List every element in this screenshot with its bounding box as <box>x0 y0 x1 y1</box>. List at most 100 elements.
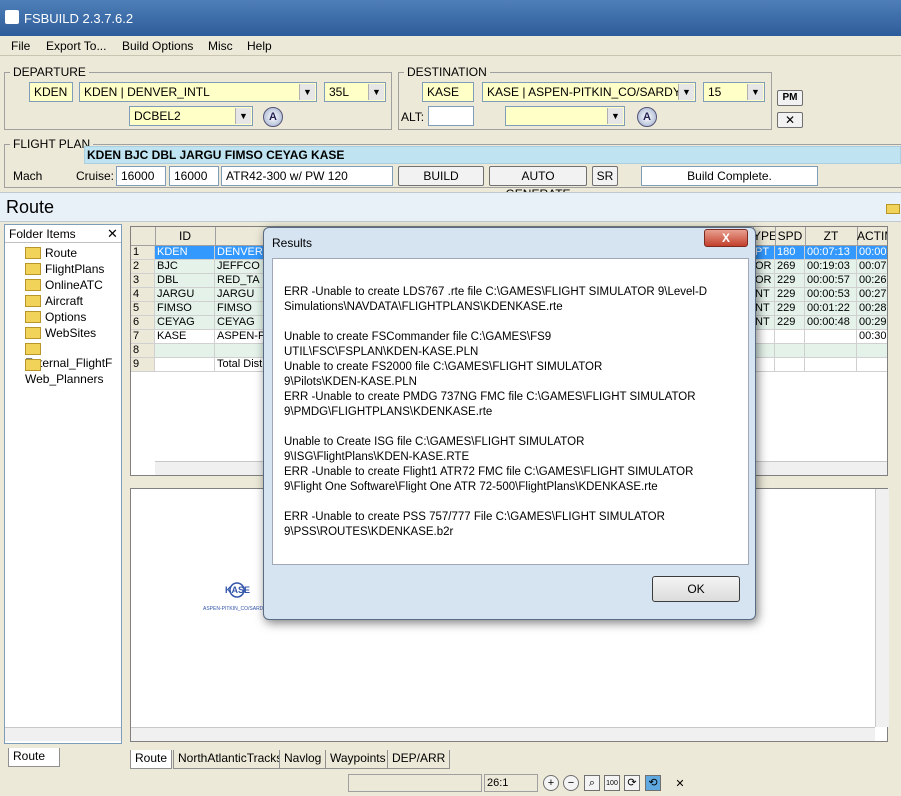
table-cell-type[interactable] <box>753 344 775 358</box>
header-type[interactable]: YPE <box>753 227 776 245</box>
folder-item-web-planners[interactable]: Web_Planners <box>25 358 121 386</box>
alt-field[interactable] <box>428 106 474 126</box>
table-cell-n[interactable]: 8 <box>131 344 155 358</box>
table-cell-spd[interactable]: 229 <box>775 274 805 288</box>
departure-icao-field[interactable]: KDEN <box>29 82 73 102</box>
menu-file[interactable]: File <box>6 38 35 54</box>
table-cell-zt[interactable]: 00:01:22 <box>805 302 857 316</box>
table-cell-spd[interactable]: 229 <box>775 316 805 330</box>
table-cell-type[interactable] <box>753 358 775 372</box>
table-cell-zt[interactable]: 00:00:48 <box>805 316 857 330</box>
table-cell-id[interactable] <box>155 344 215 358</box>
tab-route[interactable]: Route <box>130 750 173 769</box>
header-zt[interactable]: ZT <box>805 227 858 245</box>
table-cell-act[interactable]: 00:26: <box>857 274 887 288</box>
chevron-down-icon[interactable]: ▼ <box>368 84 384 100</box>
pm-button[interactable]: PM <box>777 90 803 106</box>
table-cell-n[interactable]: 4 <box>131 288 155 302</box>
destination-search-button[interactable]: A <box>637 107 657 127</box>
table-cell-type[interactable]: OR <box>753 274 775 288</box>
table-cell-type[interactable] <box>753 330 775 344</box>
table-cell-act[interactable]: 00:29: <box>857 316 887 330</box>
zoom-100-icon[interactable]: 100 <box>604 775 620 791</box>
table-cell-zt[interactable] <box>805 330 857 344</box>
table-cell-type[interactable]: NT <box>753 302 775 316</box>
chevron-down-icon[interactable]: ▼ <box>678 84 694 100</box>
menu-export[interactable]: Export To... <box>41 38 111 54</box>
tab-dep-arr[interactable]: DEP/ARR <box>387 750 451 769</box>
table-cell-type[interactable]: OR <box>753 260 775 274</box>
table-cell-spd[interactable]: 269 <box>775 260 805 274</box>
folder-item-aircraft[interactable]: Aircraft <box>25 294 83 310</box>
table-cell-spd[interactable]: 229 <box>775 288 805 302</box>
table-cell-type[interactable]: NT <box>753 288 775 302</box>
clear-button[interactable]: ✕ <box>777 112 803 128</box>
aircraft-field[interactable]: ATR42-300 w/ PW 120 <box>221 166 393 186</box>
table-cell-id[interactable]: BJC <box>155 260 215 274</box>
table-cell-n[interactable]: 1 <box>131 246 155 260</box>
table-cell-act[interactable]: 00:30: <box>857 330 887 344</box>
header-actim[interactable]: ACTIM <box>857 227 887 245</box>
table-cell-id[interactable]: DBL <box>155 274 215 288</box>
table-cell-type[interactable]: NT <box>753 316 775 330</box>
table-cell-type[interactable]: PT <box>753 246 775 260</box>
menu-help[interactable]: Help <box>242 38 277 54</box>
folder-item-route[interactable]: Route <box>25 246 77 262</box>
table-cell-act[interactable]: 00:28: <box>857 302 887 316</box>
table-cell-act[interactable] <box>857 358 887 372</box>
refresh-icon[interactable]: ⟳ <box>624 775 640 791</box>
destination-runway-select[interactable]: 15 ▼ <box>703 82 765 102</box>
map-hscrollbar[interactable] <box>131 727 875 741</box>
folder-item-onlineatc[interactable]: OnlineATC <box>25 278 103 294</box>
destination-airport-select[interactable]: KASE | ASPEN-PITKIN_CO/SARDY ▼ <box>482 82 696 102</box>
table-cell-zt[interactable] <box>805 344 857 358</box>
table-cell-spd[interactable] <box>775 344 805 358</box>
table-cell-zt[interactable] <box>805 358 857 372</box>
table-cell-id[interactable]: CEYAG <box>155 316 215 330</box>
cruise-field-1[interactable]: 16000 <box>116 166 166 186</box>
table-cell-spd[interactable] <box>775 330 805 344</box>
folder-hscrollbar[interactable] <box>5 727 121 741</box>
chevron-down-icon[interactable]: ▼ <box>299 84 315 100</box>
menu-misc[interactable]: Misc <box>203 38 238 54</box>
auto-generate-button[interactable]: AUTO GENERATE <box>489 166 587 201</box>
tab-north-atlantic-tracks[interactable]: NorthAtlanticTracks <box>173 750 288 769</box>
table-cell-n[interactable]: 3 <box>131 274 155 288</box>
chevron-down-icon[interactable]: ▼ <box>235 108 251 124</box>
chevron-down-icon[interactable]: ▼ <box>607 108 623 124</box>
table-cell-zt[interactable]: 00:19:03 <box>805 260 857 274</box>
table-cell-id[interactable]: KASE <box>155 330 215 344</box>
tab-route-left[interactable]: Route <box>8 748 60 767</box>
folder-item-external[interactable]: External_FlightF <box>25 342 121 370</box>
table-cell-act[interactable]: 00:27: <box>857 288 887 302</box>
header-spd[interactable]: SPD <box>775 227 806 245</box>
table-cell-zt[interactable]: 00:00:57 <box>805 274 857 288</box>
destination-icao-field[interactable]: KASE <box>422 82 474 102</box>
menu-build-options[interactable]: Build Options <box>117 38 198 54</box>
folder-item-options[interactable]: Options <box>25 310 86 326</box>
table-cell-spd[interactable] <box>775 358 805 372</box>
ok-button[interactable]: OK <box>652 576 740 602</box>
departure-search-button[interactable]: A <box>263 107 283 127</box>
departure-sid-select[interactable]: DCBEL2 ▼ <box>129 106 253 126</box>
table-cell-id[interactable] <box>155 358 215 372</box>
header-id[interactable]: ID <box>155 227 216 245</box>
table-cell-n[interactable]: 5 <box>131 302 155 316</box>
map-vscrollbar[interactable] <box>875 489 889 727</box>
sync-icon[interactable]: ⟲ <box>645 775 661 791</box>
table-cell-act[interactable] <box>857 344 887 358</box>
table-cell-zt[interactable]: 00:07:13 <box>805 246 857 260</box>
build-button[interactable]: BUILD <box>398 166 484 186</box>
folder-icon[interactable] <box>886 203 900 214</box>
table-cell-zt[interactable]: 00:00:53 <box>805 288 857 302</box>
table-cell-act[interactable]: 00:07: <box>857 260 887 274</box>
table-cell-id[interactable]: KDEN <box>155 246 215 260</box>
zoom-in-icon[interactable]: + <box>543 775 559 791</box>
close-icon[interactable]: ✕ <box>107 226 118 242</box>
tab-navlog[interactable]: Navlog <box>279 750 327 769</box>
folder-item-websites[interactable]: WebSites <box>25 326 96 342</box>
cruise-field-2[interactable]: 16000 <box>169 166 219 186</box>
table-cell-act[interactable]: 00:00: <box>857 246 887 260</box>
close-icon[interactable]: ✕ <box>672 777 688 793</box>
departure-runway-select[interactable]: 35L ▼ <box>324 82 386 102</box>
